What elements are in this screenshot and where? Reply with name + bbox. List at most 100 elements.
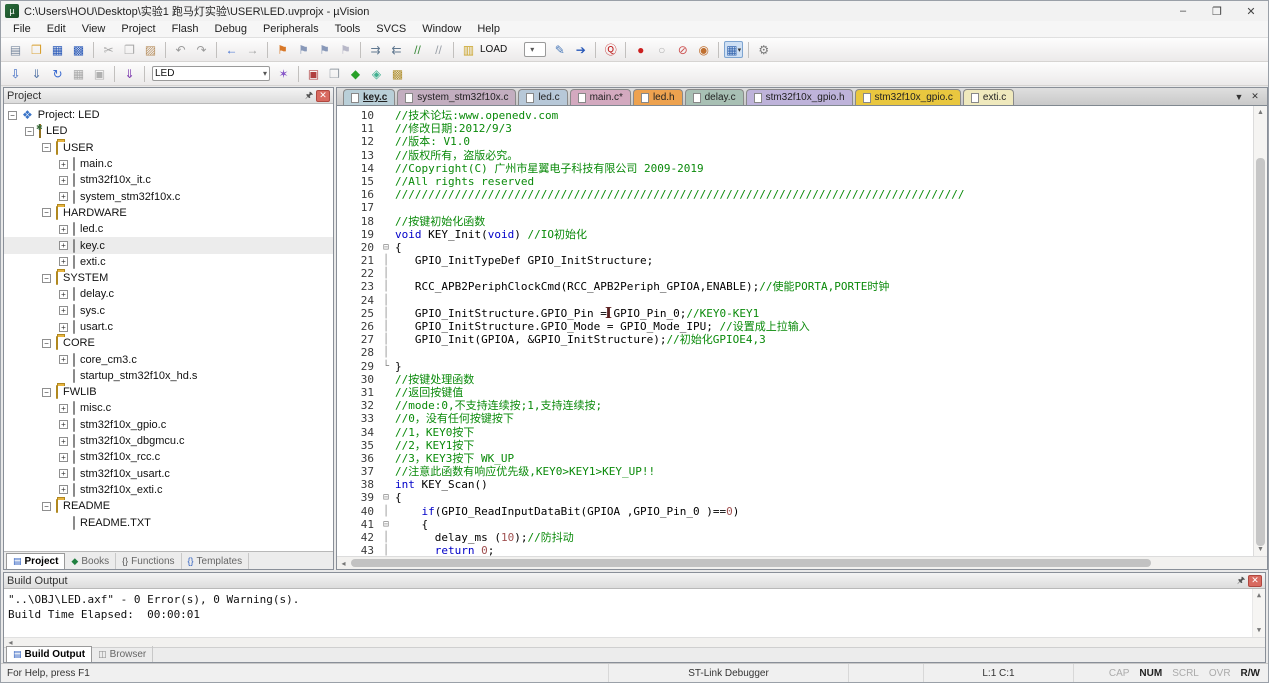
tab-build-output[interactable]: ▤Build Output [6,646,92,662]
tree-expander[interactable]: + [59,290,68,299]
tree-item-system-stm32f10x-c[interactable]: +system_stm32f10x.c [4,188,333,204]
menu-item-peripherals[interactable]: Peripherals [255,22,327,36]
bookmark-toggle-icon[interactable]: ⚑ [273,41,292,58]
menu-item-tools[interactable]: Tools [327,22,369,36]
menu-item-view[interactable]: View [74,22,114,36]
scroll-down-icon[interactable]: ▼ [1253,624,1265,637]
breakpoint-insert-icon[interactable]: ● [631,41,650,58]
tree-expander[interactable]: + [59,323,68,332]
editor-horizontal-scrollbar[interactable]: ◂ [337,556,1267,569]
tree-item-hardware[interactable]: −HARDWARE [4,205,333,221]
tree-expander[interactable]: + [59,241,68,250]
tree-item-sys-c[interactable]: +sys.c [4,303,333,319]
editor-vertical-scrollbar[interactable]: ▲ ▼ [1253,106,1267,556]
tree-expander[interactable]: + [59,160,68,169]
menu-item-svcs[interactable]: SVCS [368,22,414,36]
cut-icon[interactable]: ✂ [99,41,118,58]
pin-icon[interactable]: 🖈 [1234,575,1248,587]
tree-expander[interactable]: − [42,208,51,217]
undo-icon[interactable]: ↶ [171,41,190,58]
comment-icon[interactable]: // [408,41,427,58]
file-extensions-icon[interactable]: ❒ [325,65,344,82]
tree-expander[interactable]: − [42,143,51,152]
tree-item-stm32f10x-exti-c[interactable]: +stm32f10x_exti.c [4,482,333,498]
build-icon[interactable]: ⇓ [27,65,46,82]
tree-expander[interactable]: − [8,111,17,120]
breakpoint-kill-all-icon[interactable]: ⊘ [673,41,692,58]
build-output-hscroll[interactable]: ◂ [4,637,1265,647]
tree-item-exti-c[interactable]: +exti.c [4,254,333,270]
quick-search-combo[interactable]: ▾ [524,42,546,57]
tree-item-delay-c[interactable]: +delay.c [4,286,333,302]
code-area[interactable]: 10//技术论坛:www.openedv.com11//修改日期:2012/9/… [337,106,1253,556]
tree-item-led[interactable]: −LED [4,123,333,139]
tree-expander[interactable]: − [42,274,51,283]
tree-item-project-led[interactable]: −❖Project: LED [4,107,333,123]
configure-wrench-icon[interactable]: ⚙ [754,41,773,58]
tree-expander[interactable]: + [59,355,68,364]
editor-tab-delay-c[interactable]: delay.c [685,89,744,105]
editor-tab-exti-c[interactable]: exti.c [963,89,1014,105]
tree-expander[interactable]: − [42,388,51,397]
close-icon[interactable]: ✕ [1248,575,1262,587]
tree-item-key-c[interactable]: +key.c [4,237,333,253]
editor-tab-led-c[interactable]: led.c [518,89,567,105]
scroll-left-icon[interactable]: ◂ [337,559,350,568]
scroll-down-icon[interactable]: ▼ [1254,543,1267,556]
tree-item-startup-stm32f10x-hd-s[interactable]: startup_stm32f10x_hd.s [4,368,333,384]
fold-marker[interactable]: ⊟ [383,518,395,531]
tree-item-core-cm3-c[interactable]: +core_cm3.c [4,351,333,367]
tree-expander[interactable]: + [59,453,68,462]
edit-document-icon[interactable]: ✎ [550,41,569,58]
tab-project[interactable]: ▤Project [6,553,65,569]
bookmark-prev-icon[interactable]: ⚑ [315,41,334,58]
tree-item-led-c[interactable]: +led.c [4,221,333,237]
batch-build-icon[interactable]: ▦ [69,65,88,82]
vscroll-thumb[interactable] [1256,158,1265,546]
tab-list-dropdown-icon[interactable]: ▼ [1231,92,1247,102]
forward-icon[interactable]: → [243,41,262,58]
outdent-icon[interactable]: ⇇ [387,41,406,58]
window-layout-button[interactable]: ▦▾ [724,41,743,58]
bookmark-clear-icon[interactable]: ⚑ [336,41,355,58]
open-folder-icon[interactable]: ❒ [27,41,46,58]
menu-item-edit[interactable]: Edit [39,22,74,36]
tree-item-user[interactable]: −USER [4,140,333,156]
editor-tab-led-h[interactable]: led.h [633,89,683,105]
tab-functions[interactable]: {}Functions [116,553,181,569]
manage-components-icon[interactable]: ▣ [304,65,323,82]
save-icon[interactable]: ▦ [48,41,67,58]
software-packs-icon[interactable]: ▩ [388,65,407,82]
tree-expander[interactable]: + [59,225,68,234]
copy-icon[interactable]: ❐ [120,41,139,58]
tree-item-main-c[interactable]: +main.c [4,156,333,172]
translate-icon[interactable]: ⇩ [6,65,25,82]
pack-update-icon[interactable]: ◈ [367,65,386,82]
minimize-button[interactable]: – [1166,1,1200,21]
pin-icon[interactable]: 🖈 [302,90,316,102]
bookmark-next-icon[interactable]: ⚑ [294,41,313,58]
close-document-icon[interactable]: ✕ [1247,91,1263,102]
tree-expander[interactable]: + [59,469,68,478]
tree-expander[interactable]: + [59,192,68,201]
menu-item-flash[interactable]: Flash [164,22,207,36]
tab-browser[interactable]: ◫Browser [92,646,153,662]
rebuild-icon[interactable]: ↻ [48,65,67,82]
tree-item-readme-txt[interactable]: README.TXT [4,514,333,530]
tree-item-usart-c[interactable]: +usart.c [4,319,333,335]
menu-item-window[interactable]: Window [414,22,469,36]
tree-item-stm32f10x-rcc-c[interactable]: +stm32f10x_rcc.c [4,449,333,465]
tab-templates[interactable]: {}Templates [182,553,250,569]
back-icon[interactable]: ← [222,41,241,58]
tree-expander[interactable]: + [59,257,68,266]
tree-expander[interactable]: + [59,306,68,315]
scroll-up-icon[interactable]: ▲ [1253,589,1265,602]
close-icon[interactable]: ✕ [316,90,330,102]
fold-marker[interactable]: ⊟ [383,491,395,504]
editor-tab-main-c-[interactable]: main.c* [570,89,631,105]
tree-expander[interactable]: + [59,420,68,429]
uncomment-icon[interactable]: // [429,41,448,58]
tree-item-readme[interactable]: −README [4,498,333,514]
tree-item-fwlib[interactable]: −FWLIB [4,384,333,400]
redo-icon[interactable]: ↷ [192,41,211,58]
